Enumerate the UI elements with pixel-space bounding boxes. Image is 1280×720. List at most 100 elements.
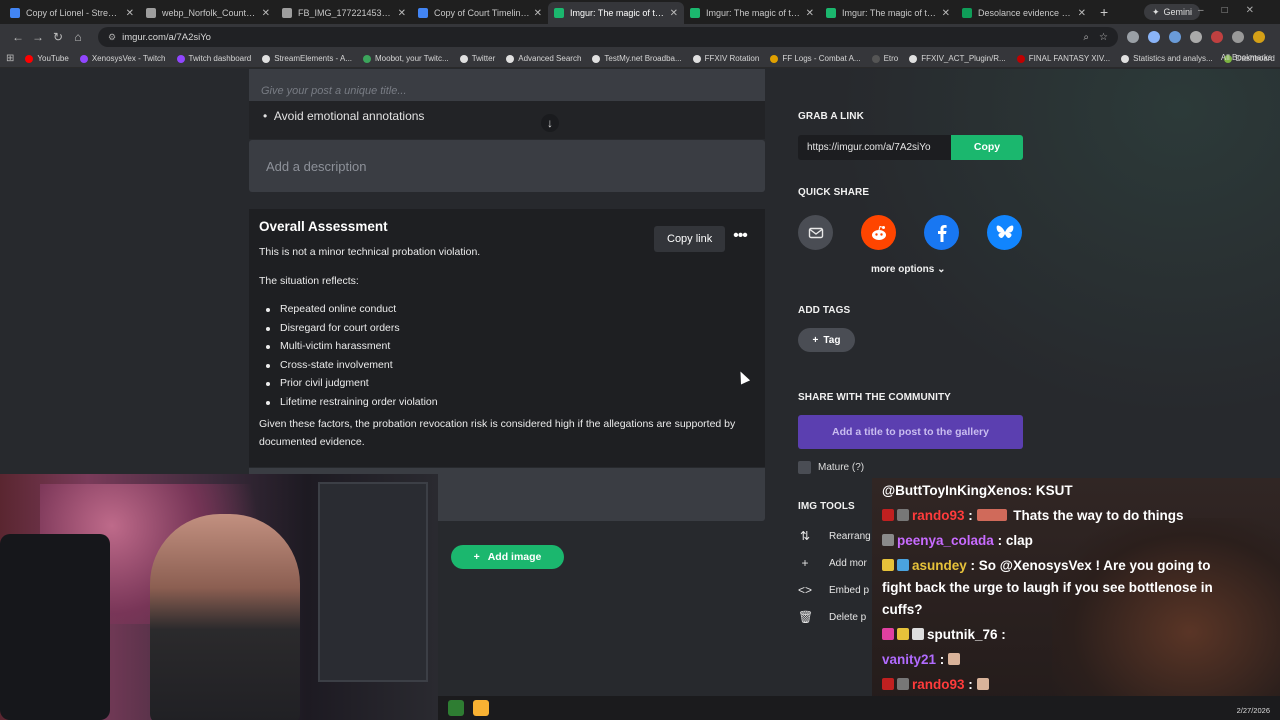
tool-delete[interactable]: 🗑 Delete p [798, 610, 866, 624]
tab-favicon-icon [418, 8, 428, 18]
close-icon[interactable]: ✕ [670, 8, 678, 19]
bookmark-label: Statistics and analys... [1133, 54, 1213, 63]
bluesky-share-button[interactable] [987, 215, 1022, 250]
gemini-button[interactable]: ✦ Gemini [1143, 4, 1200, 20]
close-icon[interactable]: ✕ [262, 8, 270, 19]
description-input[interactable]: Add a description [249, 140, 765, 192]
previous-bullet-label: Avoid emotional annotations [273, 109, 425, 123]
bookmark-streamelements[interactable]: StreamElements - A... [262, 54, 352, 63]
window-controls[interactable]: –□✕ [1198, 5, 1272, 16]
bookmark-fflogs[interactable]: FF Logs - Combat A... [770, 54, 861, 63]
bookmark-ffxiv-act-plugin[interactable]: FFXIV_ACT_Plugin/R... [909, 54, 1006, 63]
post-to-gallery-button[interactable]: Add a title to post to the gallery [798, 415, 1023, 449]
puzzle-icon[interactable] [1232, 31, 1244, 43]
home-icon[interactable]: ⌂ [68, 30, 88, 44]
assessment-conclusion: Given these factors, the probation revoc… [259, 418, 736, 448]
arrow-down-icon[interactable]: ↓ [541, 114, 559, 132]
close-icon[interactable]: ✕ [806, 8, 814, 19]
tab-2[interactable]: FB_IMG_1772214531415.jpg (✕ [276, 2, 412, 24]
add-tag-button[interactable]: + Tag [798, 328, 855, 352]
tab-1[interactable]: webp_Norfolk_County_Correc ✕ [140, 2, 276, 24]
add-tags-heading: ADD TAGS [798, 305, 851, 316]
folder-icon[interactable] [473, 700, 489, 716]
bookmark-twitch-channel[interactable]: XenosysVex - Twitch [79, 54, 166, 63]
emote-icon [976, 509, 1007, 521]
bookmark-moobot[interactable]: Moobot, your Twitc... [363, 54, 449, 63]
close-icon[interactable]: ✕ [398, 8, 406, 19]
list-item: Cross-state involvement [266, 356, 438, 375]
webcam-chair [0, 534, 110, 720]
extension-icon[interactable] [1190, 31, 1202, 43]
tool-rearrange[interactable]: ⇅ Rearrang [798, 529, 871, 543]
previous-bullet-text: • Avoid emotional annotations [263, 109, 425, 123]
close-icon[interactable]: ✕ [534, 8, 542, 19]
tab-5[interactable]: Imgur: The magic of the Intern ✕ [684, 2, 820, 24]
bookmark-twitch-dashboard[interactable]: Twitch dashboard [176, 54, 251, 63]
chat-separator: : [1027, 483, 1036, 498]
site-info-icon[interactable]: ⚙ [108, 32, 116, 43]
bookmark-label: StreamElements - A... [274, 54, 353, 63]
email-share-button[interactable] [798, 215, 833, 250]
tool-embed[interactable]: <> Embed p [798, 583, 869, 597]
tab-favicon-icon [282, 8, 292, 18]
tool-label: Rearrang [829, 530, 871, 542]
back-icon[interactable]: ← [8, 30, 28, 44]
tab-6[interactable]: Imgur: The magic of the Intern ✕ [820, 2, 956, 24]
bookmark-etro[interactable]: Etro [871, 54, 898, 63]
close-icon[interactable]: ✕ [942, 8, 950, 19]
facebook-share-button[interactable] [924, 215, 959, 250]
app-icon[interactable] [448, 700, 464, 716]
tab-favicon-icon [962, 8, 972, 18]
tab-0[interactable]: Copy of Lionel - Stream/Youtu ✕ [4, 2, 140, 24]
tool-label: Add mor [829, 557, 867, 569]
badge-icon [882, 628, 894, 640]
tab-label: Copy of Lionel - Stream/Youtu [26, 8, 122, 18]
forward-icon[interactable]: → [28, 30, 48, 44]
mature-checkbox[interactable] [798, 461, 811, 474]
tab-label: Imgur: The magic of the Intern [706, 8, 802, 18]
chat-username: sputnik_76 [927, 627, 998, 642]
badge-icon [897, 678, 909, 690]
all-bookmarks-button[interactable]: All Bookmarks [1221, 53, 1272, 62]
bookmark-testmy[interactable]: TestMy.net Broadba... [592, 54, 682, 63]
more-options-button[interactable]: more options ⌄ [871, 264, 946, 275]
tab-4-active[interactable]: Imgur: The magic of the Intern ✕ [548, 2, 684, 24]
close-icon[interactable]: ✕ [126, 8, 134, 19]
reddit-share-button[interactable] [861, 215, 896, 250]
badge-icon [897, 509, 909, 521]
extension-icon[interactable] [1169, 31, 1181, 43]
star-icon[interactable]: ☆ [1099, 32, 1108, 43]
extension-icon[interactable] [1211, 31, 1223, 43]
share-link-field[interactable]: https://imgur.com/a/7A2siYo [798, 135, 951, 160]
reload-icon[interactable]: ↻ [48, 30, 68, 44]
tool-label: Delete p [829, 611, 867, 623]
trash-icon: 🗑 [798, 610, 814, 624]
add-image-button[interactable]: + Add image [451, 545, 564, 569]
img-tools-heading: IMG TOOLS [798, 501, 855, 512]
extension-icon[interactable] [1148, 31, 1160, 43]
apps-icon[interactable]: ⊞ [6, 53, 14, 64]
image-card: Overall Assessment Copy link ••• This is… [249, 209, 765, 467]
bookmark-favicon-icon [692, 54, 701, 63]
address-bar[interactable]: ⚙ imgur.com/a/7A2siYo ⌕ ☆ [98, 27, 1118, 47]
badge-icon [882, 559, 894, 571]
tab-7[interactable]: Desolance evidence sheet - G ✕ [956, 2, 1092, 24]
bookmark-ffxiv-rotation[interactable]: FFXIV Rotation [692, 54, 759, 63]
close-icon[interactable]: ✕ [1078, 8, 1086, 19]
profile-icon[interactable] [1253, 31, 1265, 43]
bookmark-label: Advanced Search [518, 54, 582, 63]
bookmark-twitter[interactable]: Twitter [459, 54, 495, 63]
copy-button[interactable]: Copy [951, 135, 1023, 160]
bookmark-advanced-search[interactable]: Advanced Search [506, 54, 581, 63]
badge-icon [897, 628, 909, 640]
mature-toggle[interactable]: Mature (?) [798, 461, 864, 474]
zoom-icon[interactable]: ⌕ [1083, 32, 1089, 43]
bookmark-ffxiv[interactable]: FINAL FANTASY XIV... [1016, 54, 1110, 63]
bookmark-youtube[interactable]: YouTube [25, 54, 69, 63]
extension-icon[interactable] [1127, 31, 1139, 43]
new-tab-button[interactable]: + [1100, 4, 1108, 20]
bookmark-statistics[interactable]: Statistics and analys... [1121, 54, 1213, 63]
tool-add-more[interactable]: + Add mor [798, 556, 867, 570]
tab-3[interactable]: Copy of Court Timeline - Goo ✕ [412, 2, 548, 24]
chat-message: asundey : So @XenosysVex ! Are you going… [882, 555, 1232, 621]
